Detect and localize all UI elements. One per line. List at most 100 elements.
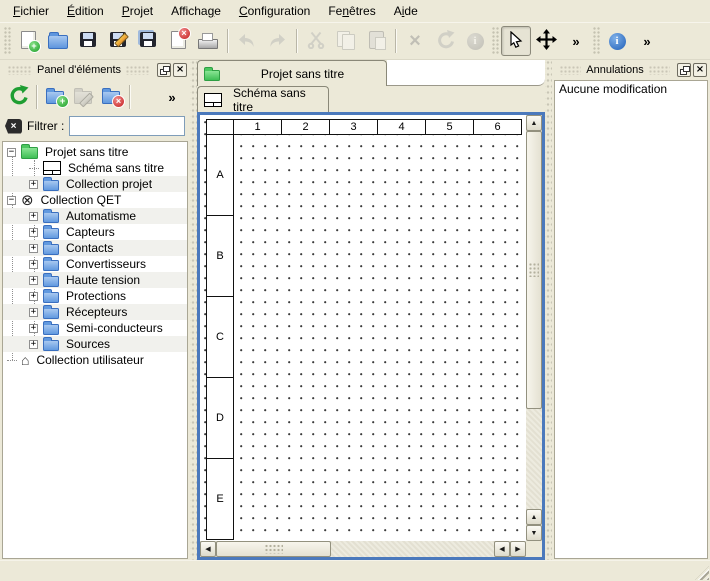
left-splitter[interactable] bbox=[190, 60, 197, 560]
tree-item-convertisseurs[interactable]: +Convertisseurs bbox=[3, 256, 187, 272]
menu-affichage[interactable]: Affichage bbox=[162, 1, 230, 21]
scroll-left-button-right[interactable]: ◀ bbox=[494, 541, 510, 557]
expander-plus-icon[interactable]: + bbox=[29, 260, 38, 269]
expander-plus-icon[interactable]: + bbox=[29, 340, 38, 349]
expander-plus-icon[interactable]: + bbox=[29, 212, 38, 221]
close-panel-button[interactable]: × bbox=[173, 63, 187, 77]
new-document-button[interactable]: + bbox=[13, 26, 43, 56]
about-button[interactable]: i bbox=[602, 26, 632, 56]
tree-item-contacts[interactable]: +Contacts bbox=[3, 240, 187, 256]
properties-icon: i bbox=[467, 32, 484, 50]
tree-item-collection-qet[interactable]: −⊗Collection QET bbox=[3, 192, 187, 208]
scroll-right-button[interactable]: ▶ bbox=[510, 541, 526, 557]
close-icon: × bbox=[696, 65, 704, 75]
info-toolbar-handle[interactable] bbox=[593, 27, 600, 55]
select-mode-button[interactable] bbox=[501, 26, 531, 56]
tree-item-projet-sans-titre[interactable]: −Projet sans titre bbox=[3, 144, 187, 160]
horizontal-scrollbar[interactable]: ◀ ◀ ▶ bbox=[200, 541, 526, 557]
undo-list-item[interactable]: Aucune modification bbox=[555, 81, 707, 97]
overflow-chevron-icon: » bbox=[168, 90, 175, 105]
save-button[interactable] bbox=[73, 26, 103, 56]
scroll-down-button[interactable]: ▼ bbox=[526, 525, 542, 541]
float-panel-button[interactable] bbox=[677, 63, 691, 77]
cut-button[interactable] bbox=[301, 26, 331, 56]
close-panel-button[interactable]: × bbox=[693, 63, 707, 77]
tree-item-sch-ma-sans-titre[interactable]: Schéma sans titre bbox=[3, 160, 187, 176]
vertical-scrollbar[interactable]: ▲ ▲ ▼ bbox=[526, 115, 542, 541]
tree-item-label: Collection QET bbox=[39, 193, 124, 207]
expander-minus-icon[interactable]: − bbox=[7, 148, 16, 157]
expander-plus-icon[interactable]: + bbox=[29, 228, 38, 237]
dock-grip-texture bbox=[8, 66, 32, 75]
frame-corner-cell bbox=[207, 120, 234, 135]
reload-collections-button[interactable] bbox=[4, 83, 32, 111]
tree-item-protections[interactable]: +Protections bbox=[3, 288, 187, 304]
overflow-button[interactable]: » bbox=[632, 26, 662, 56]
delete-button[interactable]: × bbox=[400, 26, 430, 56]
properties-button[interactable]: i bbox=[460, 26, 490, 56]
horizontal-scroll-thumb[interactable] bbox=[216, 541, 331, 557]
file-edit-toolbar-handle[interactable] bbox=[4, 27, 11, 55]
menu-projet[interactable]: Projet bbox=[113, 1, 162, 21]
vertical-scroll-thumb[interactable] bbox=[526, 131, 542, 409]
tree-item-collection-projet[interactable]: +Collection projet bbox=[3, 176, 187, 192]
new-category-button[interactable]: + bbox=[41, 83, 69, 111]
expander-plus-icon[interactable]: + bbox=[29, 244, 38, 253]
horizontal-scroll-track[interactable] bbox=[331, 541, 494, 557]
menu-fenetres[interactable]: Fenêtres bbox=[319, 1, 384, 21]
tree-item-label: Collection utilisateur bbox=[34, 353, 145, 367]
menu-configuration[interactable]: Configuration bbox=[230, 1, 319, 21]
move-mode-button[interactable] bbox=[531, 26, 561, 56]
rotate-button[interactable] bbox=[430, 26, 460, 56]
project-tab-bar: Projet sans titre bbox=[197, 60, 545, 86]
redo-button[interactable] bbox=[262, 26, 292, 56]
expander-plus-icon[interactable]: + bbox=[29, 180, 38, 189]
save-all-button[interactable] bbox=[133, 26, 163, 56]
undo-button[interactable] bbox=[232, 26, 262, 56]
menu-edition[interactable]: Édition bbox=[58, 1, 113, 21]
overflow-button[interactable]: » bbox=[158, 83, 186, 111]
overflow-button[interactable]: » bbox=[561, 26, 591, 56]
vertical-scroll-track[interactable] bbox=[526, 409, 542, 509]
save-as-button[interactable] bbox=[103, 26, 133, 56]
filter-input[interactable] bbox=[69, 116, 185, 136]
diagram-canvas[interactable]: 123456 ABCDE bbox=[200, 115, 526, 541]
tab-schema[interactable]: Schéma sans titre bbox=[197, 86, 329, 112]
expander-minus-icon[interactable]: − bbox=[7, 196, 16, 205]
float-panel-button[interactable] bbox=[157, 63, 171, 77]
tab-project[interactable]: Projet sans titre bbox=[197, 60, 387, 86]
delete-category-button[interactable]: × bbox=[97, 83, 125, 111]
expander-plus-icon[interactable]: + bbox=[29, 292, 38, 301]
schema-icon bbox=[43, 161, 61, 175]
open-project-button[interactable] bbox=[43, 26, 73, 56]
right-splitter[interactable] bbox=[545, 60, 552, 560]
expander-plus-icon[interactable]: + bbox=[29, 324, 38, 333]
undo-history-list[interactable]: Aucune modification bbox=[554, 80, 708, 559]
column-header-2: 2 bbox=[282, 120, 330, 135]
tree-item-capteurs[interactable]: +Capteurs bbox=[3, 224, 187, 240]
expander-plus-icon[interactable]: + bbox=[29, 308, 38, 317]
print-button[interactable] bbox=[193, 26, 223, 56]
menu-fichier[interactable]: Fichier bbox=[4, 1, 58, 21]
expander-plus-icon[interactable]: + bbox=[29, 276, 38, 285]
tree-item-r-cepteurs[interactable]: +Récepteurs bbox=[3, 304, 187, 320]
menu-aide[interactable]: Aide bbox=[385, 1, 427, 21]
tree-item-automatisme[interactable]: + Automatisme bbox=[3, 208, 187, 224]
main-area: Panel d'éléments × +×» × Filtrer : −Proj… bbox=[0, 60, 710, 560]
save-all-icon bbox=[140, 32, 156, 50]
tree-item-haute-tension[interactable]: +Haute tension bbox=[3, 272, 187, 288]
copy-button[interactable] bbox=[331, 26, 361, 56]
tree-item-collection-utilisateur[interactable]: ⌂Collection utilisateur bbox=[3, 352, 187, 368]
close-file-button[interactable]: × bbox=[163, 26, 193, 56]
clear-filter-button[interactable]: × bbox=[5, 119, 22, 134]
paste-button[interactable] bbox=[361, 26, 391, 56]
scroll-up-button[interactable]: ▲ bbox=[526, 115, 542, 131]
tree-item-sources[interactable]: +Sources bbox=[3, 336, 187, 352]
scroll-up-button-bottom[interactable]: ▲ bbox=[526, 509, 542, 525]
resize-grip[interactable] bbox=[695, 566, 709, 580]
tree-item-label: Automatisme bbox=[64, 209, 138, 223]
scroll-left-button[interactable]: ◀ bbox=[200, 541, 216, 557]
tree-item-semi-conducteurs[interactable]: +Semi-conducteurs bbox=[3, 320, 187, 336]
edit-category-button[interactable] bbox=[69, 83, 97, 111]
selection-toolbar-handle[interactable] bbox=[492, 27, 499, 55]
